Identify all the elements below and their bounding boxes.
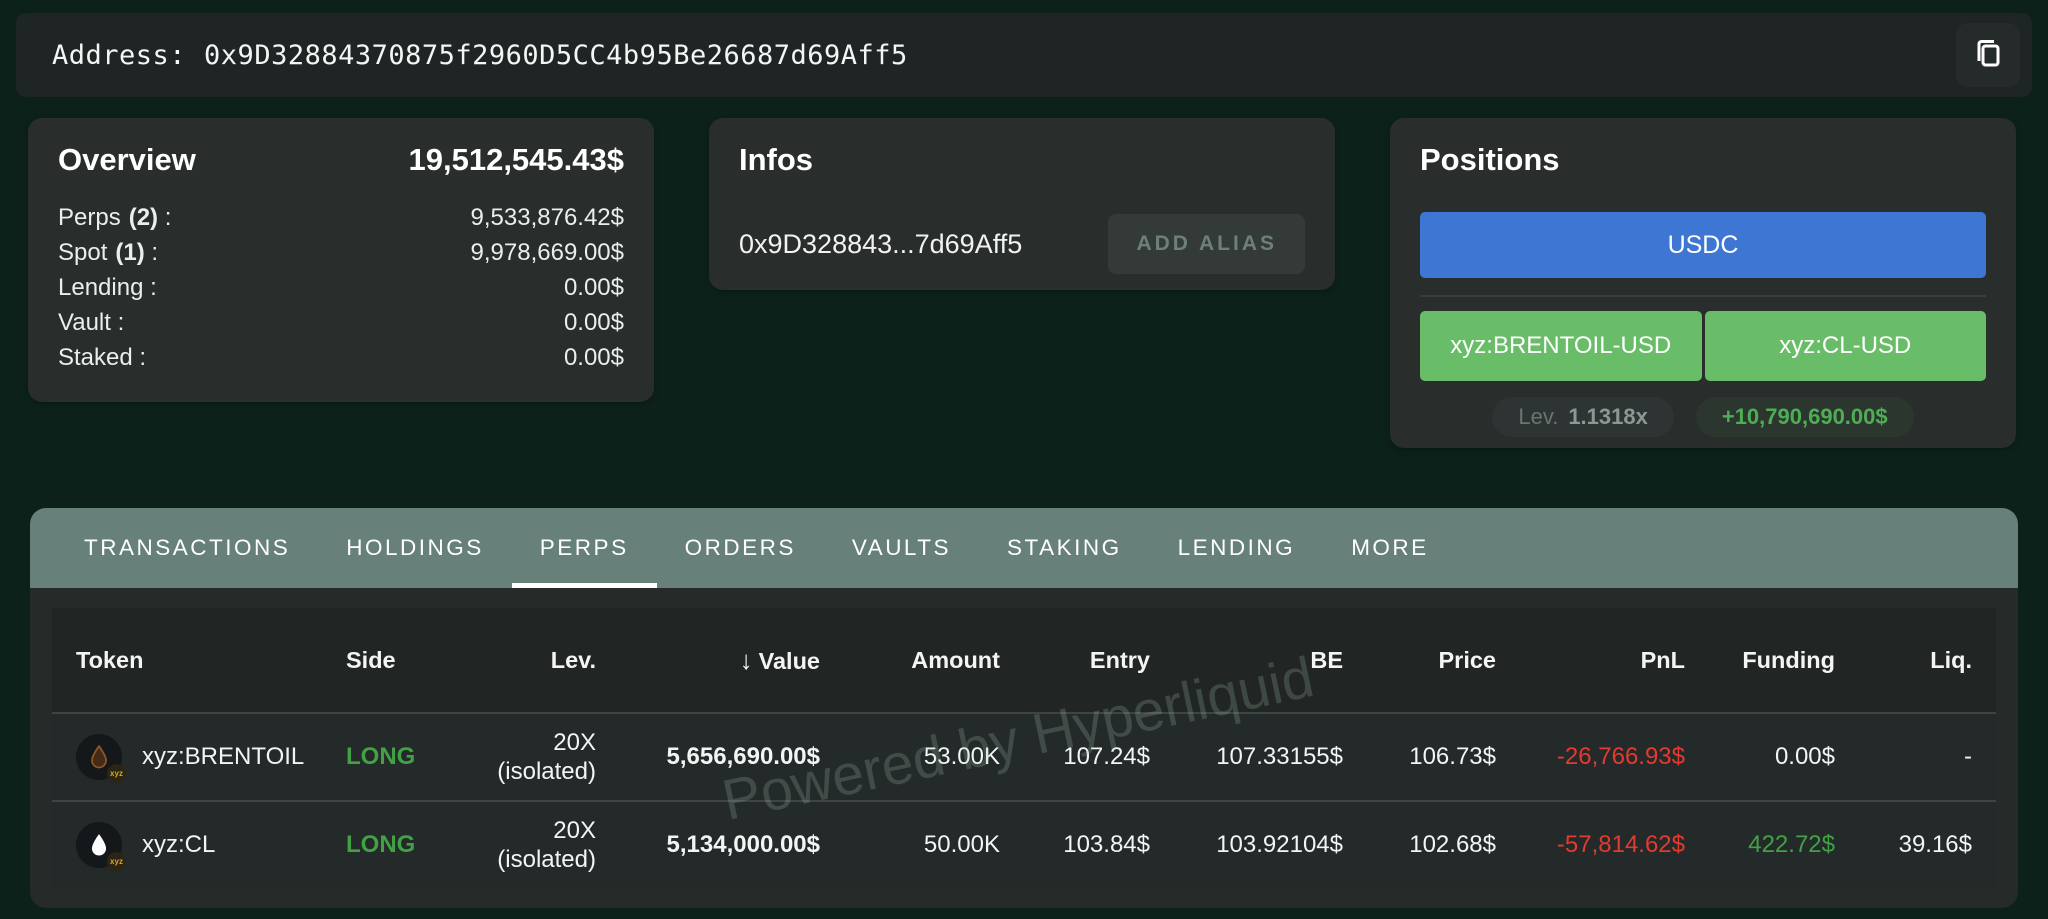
row-label: Vault <box>58 309 111 336</box>
tab-bar: TRANSACTIONS HOLDINGS PERPS ORDERS VAULT… <box>30 508 2018 588</box>
entry-cell: 103.84$ <box>1063 831 1150 858</box>
short-address: 0x9D328843...7d69Aff5 <box>739 228 1023 259</box>
col-value[interactable]: ↓ Value <box>596 645 820 676</box>
oil-drop-dark-icon: xyz <box>76 734 126 783</box>
leverage-cell: 20X (isolated) <box>497 817 596 873</box>
amount-cell: 53.00K <box>923 743 1000 770</box>
perps-table: Token Side Lev. ↓ Value Amount Entry BE P… <box>52 608 1996 888</box>
col-amount[interactable]: Amount <box>820 647 1000 674</box>
positions-card: Positions USDC xyz:BRENTOIL-USD xyz:CL-U… <box>1390 118 2016 448</box>
row-label: Staked <box>58 344 133 371</box>
row-value: 9,533,876.42$ <box>470 204 624 231</box>
overview-row-perps: Perps (2) : 9,533,876.42$ <box>58 200 624 235</box>
funding-cell: 0.00$ <box>1774 743 1835 770</box>
overview-row-staked: Staked : 0.00$ <box>58 340 624 375</box>
row-label: Spot <box>58 239 108 266</box>
col-liq[interactable]: Liq. <box>1835 647 1972 674</box>
leverage-badge: Lev. 1.1318x <box>1492 397 1674 437</box>
tab-vaults[interactable]: VAULTS <box>824 508 979 588</box>
copy-icon <box>1970 35 2006 76</box>
col-funding[interactable]: Funding <box>1685 647 1835 674</box>
liq-cell: 39.16$ <box>1898 831 1972 858</box>
tab-transactions[interactable]: TRANSACTIONS <box>56 508 318 588</box>
overview-row-lending: Lending : 0.00$ <box>58 270 624 305</box>
row-label: Perps <box>58 204 121 231</box>
row-value: 9,978,669.00$ <box>470 239 624 266</box>
price-cell: 102.68$ <box>1409 831 1496 858</box>
value-cell: 5,134,000.00$ <box>666 831 820 858</box>
token-name: xyz:BRENTOIL <box>142 743 305 770</box>
leverage-label: Lev. <box>1518 404 1559 429</box>
add-alias-button[interactable]: ADD ALIAS <box>1108 214 1305 274</box>
row-label: Lending <box>58 274 144 301</box>
price-cell: 106.73$ <box>1409 743 1496 770</box>
tab-holdings[interactable]: HOLDINGS <box>318 508 512 588</box>
overview-row-spot: Spot (1) : 9,978,669.00$ <box>58 235 624 270</box>
col-price[interactable]: Price <box>1343 647 1497 674</box>
col-be[interactable]: BE <box>1150 647 1343 674</box>
address-label: Address: <box>52 39 187 71</box>
pnl-cell: -26,766.93$ <box>1556 743 1685 770</box>
be-cell: 107.33155$ <box>1216 743 1343 770</box>
wallet-address: Address: 0x9D32884370875f2960D5CC4b95Be26… <box>52 40 908 71</box>
table-row-cl[interactable]: xyz xyz:CL LONG 20X (isolated) 5,134,000.… <box>52 800 1996 888</box>
main-panel: TRANSACTIONS HOLDINGS PERPS ORDERS VAULT… <box>30 508 2018 908</box>
side-value: LONG <box>346 831 416 858</box>
tab-more[interactable]: MORE <box>1323 508 1457 588</box>
tab-staking[interactable]: STAKING <box>979 508 1150 588</box>
infos-card: Infos 0x9D328843...7d69Aff5 ADD ALIAS <box>709 118 1335 290</box>
tab-orders[interactable]: ORDERS <box>657 508 824 588</box>
overview-row-vault: Vault : 0.00$ <box>58 305 624 340</box>
xyz-badge: xyz <box>107 852 126 871</box>
tab-perps[interactable]: PERPS <box>511 508 657 588</box>
entry-cell: 107.24$ <box>1063 743 1150 770</box>
address-value: 0x9D32884370875f2960D5CC4b95Be26687d69Af… <box>204 39 908 71</box>
row-value: 0.00$ <box>563 274 624 301</box>
spot-position-button-usdc[interactable]: USDC <box>1420 212 1986 278</box>
token-cell: xyz xyz:BRENTOIL <box>76 734 346 783</box>
overview-total-value: 19,512,545.43$ <box>408 142 625 177</box>
leverage-value: 1.1318x <box>1568 404 1648 429</box>
amount-cell: 50.00K <box>923 831 1000 858</box>
positions-title: Positions <box>1420 142 1560 177</box>
positions-divider <box>1420 295 1986 297</box>
be-cell: 103.92104$ <box>1216 831 1343 858</box>
side-value: LONG <box>346 743 416 770</box>
col-lev[interactable]: Lev. <box>496 647 596 674</box>
liq-cell: - <box>1964 743 1972 770</box>
summary-cards-row: Overview 19,512,545.43$ Perps (2) : 9,533… <box>28 118 2025 448</box>
col-pnl[interactable]: PnL <box>1496 647 1685 674</box>
leverage-cell: 20X (isolated) <box>497 729 596 785</box>
copy-address-button[interactable] <box>1956 23 2020 87</box>
token-name: xyz:CL <box>142 831 216 858</box>
col-token[interactable]: Token <box>76 647 346 674</box>
perps-table-header: Token Side Lev. ↓ Value Amount Entry BE P… <box>52 608 1996 712</box>
tab-lending[interactable]: LENDING <box>1150 508 1324 588</box>
unrealized-pnl-badge: +10,790,690.00$ <box>1695 397 1914 437</box>
overview-card: Overview 19,512,545.43$ Perps (2) : 9,533… <box>28 118 654 402</box>
oil-drop-white-icon: xyz <box>76 822 126 871</box>
row-value: 0.00$ <box>563 309 624 336</box>
row-count: (2) <box>128 204 159 231</box>
pnl-cell: -57,814.62$ <box>1556 831 1685 858</box>
perps-panel: Powered by Hyperliquid Token Side Lev. ↓… <box>30 588 2018 908</box>
perp-position-button-brentoil[interactable]: xyz:BRENTOIL-USD <box>1420 311 1702 381</box>
overview-breakdown: Perps (2) : 9,533,876.42$ Spot (1) : 9,978… <box>58 200 624 375</box>
sort-desc-icon: ↓ <box>739 644 753 675</box>
value-cell: 5,656,690.00$ <box>666 743 820 770</box>
address-bar: Address: 0x9D32884370875f2960D5CC4b95Be26… <box>16 13 2032 97</box>
token-cell: xyz xyz:CL <box>76 822 346 871</box>
table-row-brentoil[interactable]: xyz xyz:BRENTOIL LONG 20X (isolated) 5,65… <box>52 712 1996 800</box>
row-value: 0.00$ <box>563 344 624 371</box>
overview-title: Overview <box>58 142 196 177</box>
xyz-badge: xyz <box>107 764 126 783</box>
infos-title: Infos <box>739 142 814 177</box>
perp-position-button-cl[interactable]: xyz:CL-USD <box>1704 311 1986 381</box>
row-count: (1) <box>115 239 145 266</box>
col-side[interactable]: Side <box>346 647 496 674</box>
col-entry[interactable]: Entry <box>1000 647 1150 674</box>
funding-cell: 422.72$ <box>1748 831 1835 858</box>
